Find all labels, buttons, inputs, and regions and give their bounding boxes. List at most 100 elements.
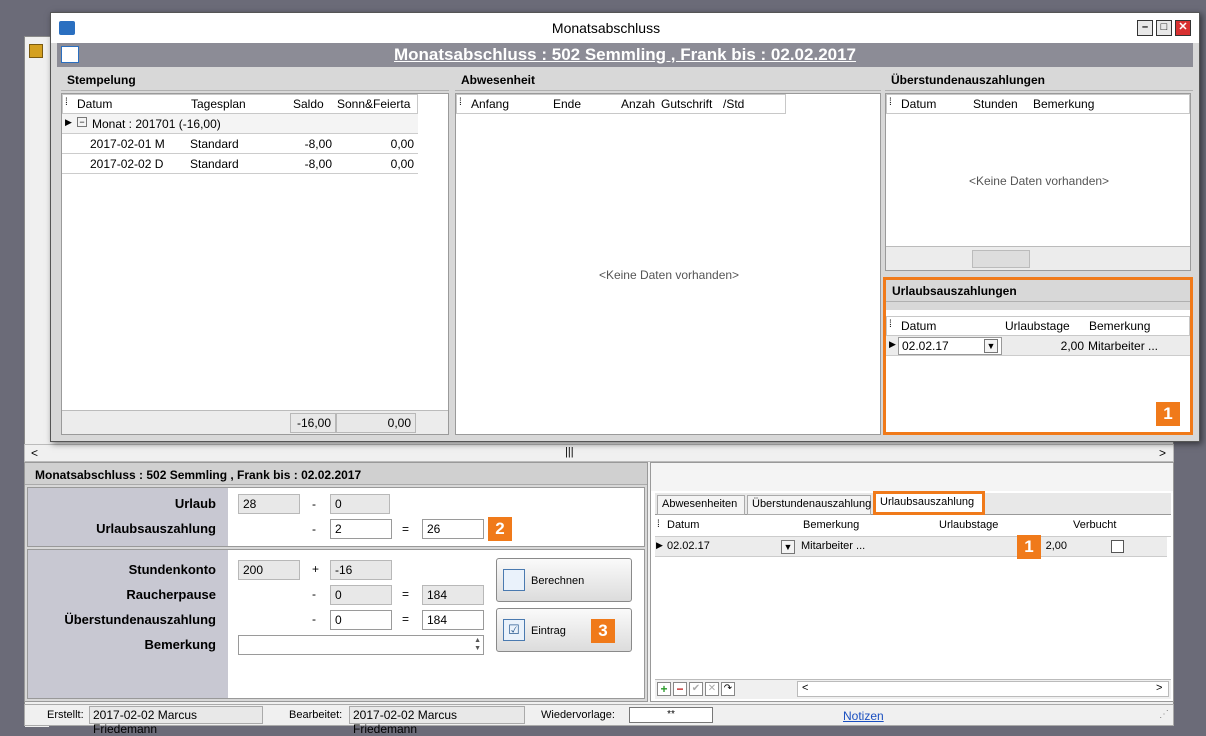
- ueberstunden-title: Überstundenauszahlungen: [885, 69, 1193, 91]
- col-ende[interactable]: Ende: [553, 97, 581, 111]
- scroll-left-icon[interactable]: <: [802, 682, 808, 694]
- chevron-down-icon[interactable]: ▼: [781, 540, 795, 554]
- row-indicator-icon: ▶: [656, 540, 663, 550]
- stundenkonto-value: 200: [238, 560, 300, 580]
- verbucht-checkbox[interactable]: [1111, 540, 1124, 553]
- horizontal-scrollbar[interactable]: < ||| >: [24, 444, 1174, 462]
- urlaub-label: Urlaub: [174, 496, 216, 511]
- bemerkung-label: Bemerkung: [144, 637, 216, 652]
- stundenkonto-saldo: -16: [330, 560, 392, 580]
- row-indicator-icon: ▶: [889, 339, 896, 349]
- table-row[interactable]: 2017-02-01 M Standard -8,00 0,00: [62, 134, 418, 154]
- group-row[interactable]: ▶ − Monat : 201701 (-16,00): [62, 114, 418, 134]
- equals-sign: =: [402, 587, 410, 601]
- collapse-icon[interactable]: −: [77, 117, 87, 127]
- col-anzah[interactable]: Anzah: [621, 97, 655, 111]
- urlaub-section: Urlaub Urlaubsauszahlung 28 - 0 - 2 = 26…: [27, 487, 645, 547]
- column-chooser-icon[interactable]: ⁞: [657, 519, 660, 530]
- tab-abwesenheiten[interactable]: Abwesenheiten: [657, 495, 745, 515]
- col-bemerkung[interactable]: Bemerkung: [1033, 97, 1094, 111]
- refresh-icon[interactable]: ↷: [721, 682, 735, 696]
- column-chooser-icon[interactable]: ⁞: [459, 97, 462, 108]
- col-bemerkung[interactable]: Bemerkung: [803, 519, 859, 531]
- col-anfang[interactable]: Anfang: [471, 97, 509, 111]
- empty-message: <Keine Daten vorhanden>: [598, 268, 740, 282]
- stunden-section: Stundenkonto Raucherpause Überstundenaus…: [27, 549, 645, 699]
- urlaubsauszahlung-label: Urlaubsauszahlung: [96, 521, 216, 536]
- scroll-grip-icon[interactable]: |||: [565, 446, 574, 458]
- cell-sonn: 0,00: [390, 137, 414, 151]
- eintrag-button[interactable]: ☑ Eintrag 3: [496, 608, 632, 652]
- annotation-badge-2: 2: [488, 517, 512, 541]
- column-chooser-icon[interactable]: ⁞: [889, 319, 892, 330]
- scroll-right-icon[interactable]: >: [1156, 682, 1162, 694]
- col-datum[interactable]: Datum: [667, 519, 699, 531]
- remove-icon[interactable]: −: [673, 682, 687, 696]
- col-stunden[interactable]: Stunden: [973, 97, 1018, 111]
- urlaubsauszahlungen-title: Urlaubsauszahlungen: [886, 280, 1190, 302]
- cell-datum: 2017-02-01 M: [90, 137, 165, 151]
- table-row[interactable]: ▶ 02.02.17 ▼ 2,00 Mitarbeiter ...: [886, 336, 1190, 356]
- col-urlaubstage[interactable]: Urlaubstage: [939, 519, 998, 531]
- row-indicator-icon: ▶: [65, 117, 72, 127]
- calculator-icon: [503, 569, 525, 591]
- cancel-icon[interactable]: ✕: [705, 682, 719, 696]
- maximize-button[interactable]: □: [1156, 20, 1172, 36]
- cell-sonn: 0,00: [390, 157, 414, 171]
- tab-urlaubsauszahlung[interactable]: Urlaubsauszahlung: [873, 491, 985, 515]
- col-saldo[interactable]: Saldo: [293, 97, 324, 111]
- column-chooser-icon[interactable]: ⁞: [65, 97, 68, 108]
- annotation-badge-1: 1: [1017, 535, 1041, 559]
- tab-ueberstundenauszahlung[interactable]: Überstundenauszahlung: [747, 495, 871, 515]
- footer-cell: [972, 250, 1030, 268]
- navigator-bar: + − ✔ ✕ ↷ < >: [655, 679, 1171, 699]
- col-datum[interactable]: Datum: [901, 319, 936, 333]
- urlaubsauszahlung-input[interactable]: 2: [330, 519, 392, 539]
- detail-tabs: Abwesenheiten Überstundenauszahlung Urla…: [650, 462, 1174, 702]
- bemerkung-input[interactable]: ▲ ▼: [238, 635, 484, 655]
- spinner-icon[interactable]: ▲ ▼: [474, 637, 481, 653]
- urlaub-result: 26: [422, 519, 484, 539]
- col-std[interactable]: /Std: [723, 97, 744, 111]
- tab-grid-scrollbar[interactable]: < >: [797, 681, 1169, 697]
- check-icon[interactable]: ✔: [689, 682, 703, 696]
- dialog-title: Monatsabschluss: [551, 20, 661, 36]
- raucher-result: 184: [422, 585, 484, 605]
- cell-saldo: -8,00: [304, 157, 332, 171]
- wiedervorlage-button[interactable]: **: [629, 707, 713, 723]
- berechnen-button[interactable]: Berechnen: [496, 558, 632, 602]
- stempelung-panel: Stempelung ⁞ Datum Tagesplan Saldo Sonn&…: [61, 69, 449, 435]
- add-icon[interactable]: +: [657, 682, 671, 696]
- scroll-left-icon[interactable]: <: [31, 446, 38, 460]
- ueberstundenauszahlung-label: Überstundenauszahlung: [64, 612, 216, 627]
- form-header: Monatsabschluss : 502 Semmling , Frank b…: [25, 463, 647, 485]
- col-datum[interactable]: Datum: [901, 97, 936, 111]
- ueberstunden-header: ⁞ Datum Stunden Bemerkung: [886, 94, 1190, 114]
- cell-datum: 02.02.17: [667, 540, 710, 552]
- col-gutschrift[interactable]: Gutschrift: [661, 97, 712, 111]
- col-urlaubstage[interactable]: Urlaubstage: [1005, 319, 1070, 333]
- resize-grip-icon[interactable]: ⋰: [1159, 709, 1169, 720]
- notizen-link[interactable]: Notizen: [843, 709, 884, 723]
- equals-sign: =: [402, 612, 410, 626]
- ueberstunden-input[interactable]: 0: [330, 610, 392, 630]
- col-datum[interactable]: Datum: [77, 97, 112, 111]
- minus-sign: -: [312, 587, 316, 601]
- annotation-badge-3: 3: [591, 619, 615, 643]
- minus-sign: -: [312, 497, 316, 511]
- col-sonn[interactable]: Sonn&Feierta: [337, 97, 410, 111]
- column-chooser-icon[interactable]: ⁞: [889, 97, 892, 108]
- stempelung-header: ⁞ Datum Tagesplan Saldo Sonn&Feierta: [62, 94, 418, 114]
- table-row[interactable]: ▶ 02.02.17 ▼ Mitarbeiter ... 2,00 1: [655, 535, 1167, 559]
- table-row[interactable]: 2017-02-02 D Standard -8,00 0,00: [62, 154, 418, 174]
- minimize-button[interactable]: –: [1137, 20, 1153, 36]
- col-verbucht[interactable]: Verbucht: [1073, 519, 1116, 531]
- close-button[interactable]: ✕: [1175, 20, 1191, 36]
- chevron-down-icon[interactable]: ▼: [984, 339, 998, 353]
- col-tagesplan[interactable]: Tagesplan: [191, 97, 246, 111]
- abwesenheit-header: ⁞ Anfang Ende Anzah Gutschrift /Std: [456, 94, 786, 114]
- stempelung-title: Stempelung: [61, 69, 449, 91]
- scroll-right-icon[interactable]: >: [1159, 446, 1166, 460]
- app-icon: [29, 44, 43, 58]
- col-bemerkung[interactable]: Bemerkung: [1089, 319, 1150, 333]
